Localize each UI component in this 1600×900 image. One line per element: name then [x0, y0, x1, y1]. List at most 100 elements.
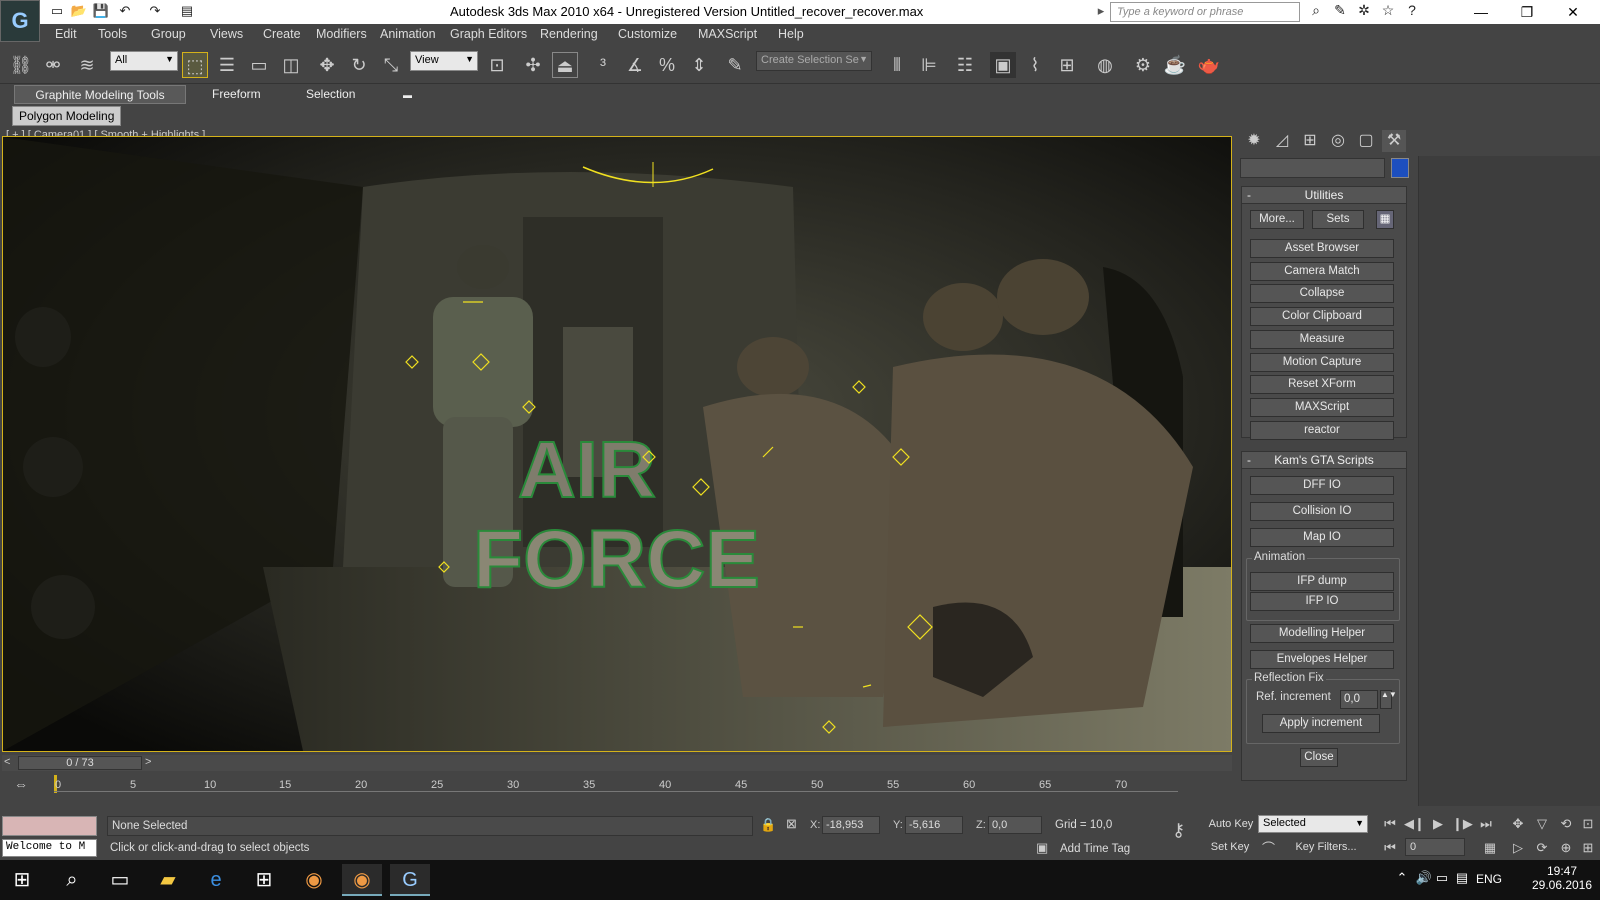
wrench-icon[interactable]: ✎	[1330, 2, 1350, 22]
go-to-end-icon[interactable]: ⏭	[1476, 814, 1496, 834]
menu-customize[interactable]: Customize	[618, 27, 677, 41]
current-frame-field[interactable]: 0	[1405, 838, 1465, 856]
pan-icon[interactable]: ✥	[1508, 814, 1528, 834]
kams-rollout-header[interactable]: - Kam's GTA Scripts	[1242, 452, 1406, 469]
show-hidden-icons-icon[interactable]: ⌃	[1392, 870, 1412, 890]
camera-match-button[interactable]: Camera Match	[1250, 262, 1394, 281]
menu-tools[interactable]: Tools	[98, 27, 127, 41]
tab-freeform[interactable]: Freeform	[204, 85, 269, 104]
redo-icon[interactable]: ↷	[146, 3, 164, 21]
camera-viewport[interactable]: AIR FORCE chassis	[2, 136, 1232, 752]
minimize-button[interactable]: —	[1458, 0, 1504, 24]
asset-browser-button[interactable]: Asset Browser	[1250, 239, 1394, 258]
envelopes-helper-button[interactable]: Envelopes Helper	[1250, 650, 1394, 669]
add-time-tag[interactable]: Add Time Tag	[1060, 843, 1130, 855]
maxscript-output[interactable]: Welcome to M	[2, 839, 97, 857]
menu-views[interactable]: Views	[210, 27, 243, 41]
close-rollout-button[interactable]: Close	[1300, 748, 1338, 767]
key-icon[interactable]: ⚷	[1172, 820, 1185, 841]
menu-maxscript[interactable]: MAXScript	[698, 27, 757, 41]
mini-curve-editor-icon[interactable]: ⇔	[10, 776, 32, 794]
play-icon[interactable]: ▶	[1428, 814, 1448, 834]
modify-panel-icon[interactable]: ◿	[1270, 130, 1294, 152]
hierarchy-panel-icon[interactable]: ⊞	[1298, 130, 1322, 152]
menu-create[interactable]: Create	[263, 27, 301, 41]
y-coord-field[interactable]: -5,616	[905, 816, 963, 834]
maximize-viewport-icon[interactable]: ⊡	[1578, 814, 1598, 834]
track-bar[interactable]: ⇔ 0 5 10 15 20 25 30 35 40 45 50 55 60 6…	[0, 773, 1236, 795]
x-coord-field[interactable]: -18,953	[822, 816, 880, 834]
selection-filter-dropdown[interactable]: All ▼	[110, 51, 178, 71]
chrome-icon[interactable]: ◉	[294, 864, 334, 896]
search-input[interactable]: Type a keyword or phrase	[1110, 2, 1300, 22]
orbit-icon[interactable]: ⟲	[1556, 814, 1576, 834]
time-slider[interactable]: < 0 / 73 >	[2, 755, 1232, 771]
ribbon-options-icon[interactable]: ▬	[395, 85, 420, 104]
schematic-view-icon[interactable]: ⊞	[1054, 52, 1080, 78]
polygon-modeling-panel[interactable]: Polygon Modeling	[12, 106, 122, 126]
tab-graphite-modeling-tools[interactable]: Graphite Modeling Tools	[14, 85, 186, 104]
reset-xform-button[interactable]: Reset XForm	[1250, 375, 1394, 394]
angle-snap-icon[interactable]: ∡	[622, 52, 648, 78]
truck-icon[interactable]: ⊕	[1556, 838, 1576, 858]
reactor-button[interactable]: reactor	[1250, 421, 1394, 440]
curve-editor-icon[interactable]: ⌇	[1022, 52, 1048, 78]
link-icon[interactable]: ⛓	[8, 52, 34, 78]
store-icon[interactable]: ⊞	[244, 864, 284, 896]
sets-button[interactable]: Sets	[1312, 210, 1364, 229]
utilities-panel-icon[interactable]: ⚒	[1382, 130, 1406, 152]
ifp-io-button[interactable]: IFP IO	[1250, 592, 1394, 611]
motion-capture-button[interactable]: Motion Capture	[1250, 353, 1394, 372]
set-key-curve-icon[interactable]: ⌒	[1262, 838, 1275, 857]
key-mode-toggle-icon[interactable]: ⏮	[1380, 838, 1400, 858]
new-file-icon[interactable]: ▭	[48, 3, 66, 21]
walkthrough-icon[interactable]: ⊞	[1578, 838, 1598, 858]
rendered-frame-icon[interactable]: ☕	[1162, 52, 1188, 78]
edge-icon[interactable]: e	[196, 864, 236, 896]
transform-type-in-icon[interactable]: ⊠	[786, 816, 797, 832]
collision-io-button[interactable]: Collision IO	[1250, 502, 1394, 521]
close-window-button[interactable]: ✕	[1550, 0, 1596, 24]
material-editor-icon[interactable]: ◍	[1092, 52, 1118, 78]
window-crossing-icon[interactable]: ◫	[278, 52, 304, 78]
rotate-icon[interactable]: ↻	[346, 52, 372, 78]
star-icon[interactable]: ☆	[1378, 2, 1398, 22]
percent-snap-icon[interactable]: %	[654, 52, 680, 78]
next-frame-icon[interactable]: ❙▶	[1452, 814, 1473, 834]
reference-coord-dropdown[interactable]: View ▼	[410, 51, 478, 71]
align-icon[interactable]: ⊫	[916, 52, 942, 78]
time-slider-handle[interactable]: 0 / 73	[18, 756, 142, 770]
dolly-icon[interactable]: ▷	[1508, 838, 1528, 858]
edit-named-selection-icon[interactable]: ✎	[722, 52, 748, 78]
search-expand-icon[interactable]: ▸	[1092, 3, 1110, 21]
more-button[interactable]: More...	[1250, 210, 1304, 229]
task-view-icon[interactable]: ▭	[100, 864, 140, 896]
prev-frame-icon[interactable]: <	[4, 756, 10, 768]
menu-animation[interactable]: Animation	[380, 27, 436, 41]
network-icon[interactable]: ▭	[1432, 870, 1452, 890]
language-indicator[interactable]: ENG	[1476, 872, 1502, 886]
satellite-icon[interactable]: ✲	[1354, 2, 1374, 22]
spinner-arrows-icon[interactable]: ▲▼	[1380, 690, 1397, 709]
scale-icon[interactable]: ⤡	[378, 52, 404, 78]
graphite-toggle-icon[interactable]: ▣	[990, 52, 1016, 78]
ifp-dump-button[interactable]: IFP dump	[1250, 572, 1394, 591]
tab-selection[interactable]: Selection	[298, 85, 363, 104]
map-io-button[interactable]: Map IO	[1250, 528, 1394, 547]
select-by-name-icon[interactable]: ☰	[214, 52, 240, 78]
time-configuration-icon[interactable]: ▦	[1480, 838, 1500, 858]
next-frame-icon[interactable]: >	[145, 756, 151, 768]
menu-help[interactable]: Help	[778, 27, 804, 41]
object-name-field[interactable]	[1240, 158, 1385, 178]
snaps-toggle-icon[interactable]: ³	[590, 52, 616, 78]
measure-button[interactable]: Measure	[1250, 330, 1394, 349]
spinner-snap-icon[interactable]: ⇕	[686, 52, 712, 78]
unlink-icon[interactable]: ⚮	[40, 52, 66, 78]
sound-icon[interactable]: 🔊	[1414, 870, 1434, 890]
menu-modifiers[interactable]: Modifiers	[316, 27, 367, 41]
help-icon[interactable]: ?	[1402, 2, 1422, 22]
key-filters-button[interactable]: Key Filters...	[1288, 838, 1364, 857]
rectangular-selection-icon[interactable]: ▭	[246, 52, 272, 78]
set-key-button[interactable]: Set Key	[1206, 838, 1254, 857]
modelling-helper-button[interactable]: Modelling Helper	[1250, 624, 1394, 643]
